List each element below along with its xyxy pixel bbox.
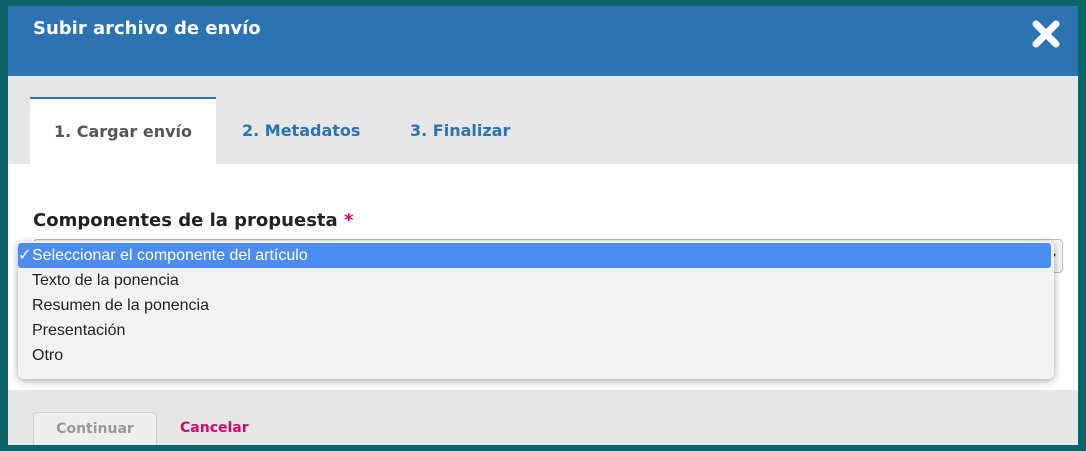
components-field-label: Componentes de la propuesta * [33,210,353,231]
dropdown-option[interactable]: Presentación [18,318,1054,343]
cancel-link[interactable]: Cancelar [180,412,249,445]
continue-button[interactable]: Continuar [33,412,157,445]
tab-metadatos[interactable]: 2. Metadatos [242,97,360,164]
dropdown-option[interactable]: Otro [18,343,1054,368]
dialog-footer: Continuar Cancelar [8,390,1078,445]
dialog-title: Subir archivo de envío [33,18,261,39]
close-icon [1032,20,1060,48]
required-mark: * [343,210,354,231]
dropdown-option[interactable]: ✓Seleccionar el componente del artículo [18,243,1051,268]
upload-dialog: Subir archivo de envío 1. Cargar envío 2… [8,6,1078,445]
dropdown-option[interactable]: Texto de la ponencia [18,268,1054,293]
components-dropdown-list: ✓Seleccionar el componente del artículo … [18,241,1054,379]
tab-cargar-envio[interactable]: 1. Cargar envío [30,97,216,164]
dropdown-option[interactable]: Resumen de la ponencia [18,293,1054,318]
tabs-bar: 1. Cargar envío 2. Metadatos 3. Finaliza… [8,76,1078,164]
dialog-header: Subir archivo de envío [8,6,1078,76]
components-label-text: Componentes de la propuesta [33,210,338,231]
check-icon: ✓ [18,247,32,264]
tab-finalizar[interactable]: 3. Finalizar [410,97,510,164]
close-button[interactable] [1032,20,1060,48]
